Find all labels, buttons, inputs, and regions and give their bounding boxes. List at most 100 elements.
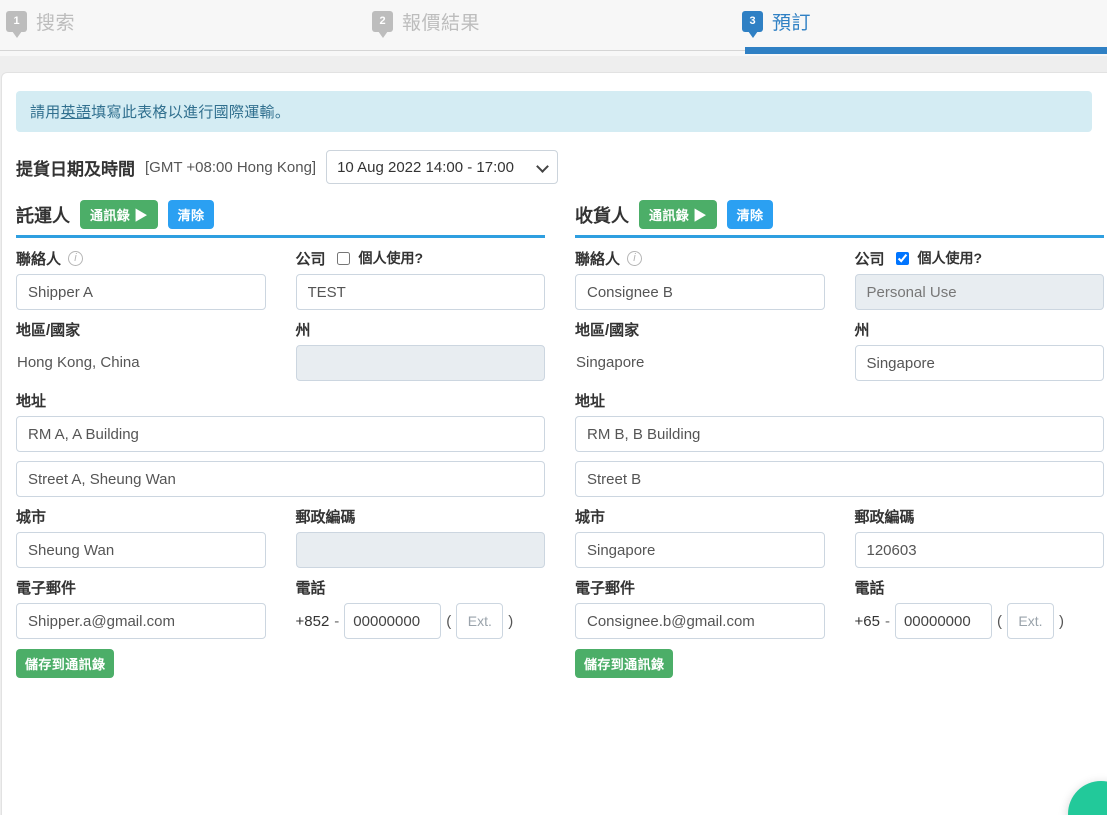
shipper-city-label-wrap: 城市: [16, 506, 266, 526]
shipper-address-label: 地址: [16, 392, 47, 410]
shipper-postal-label-wrap: 郵政編碼: [296, 506, 546, 526]
shipper-phone-ext-input[interactable]: [456, 603, 504, 639]
shipper-company-field: 公司 個人使用?: [295, 248, 545, 310]
stepper-progress-bar: [745, 47, 1107, 54]
consignee-region-label: 地區/國家: [575, 321, 640, 339]
consignee-postal-label-wrap: 郵政編碼: [855, 506, 1105, 526]
step-label-2: 報價結果: [402, 13, 481, 34]
consignee-email-label: 電子郵件: [575, 579, 636, 597]
shipper-divider: [16, 235, 545, 238]
shipper-address1-field: 地址: [16, 390, 545, 452]
consignee-ext-open-paren: (: [996, 612, 1002, 630]
step-search[interactable]: 1 搜索: [6, 8, 76, 38]
shipper-city-postal-row: 城市 郵政編碼: [16, 506, 545, 568]
consignee-address-label-wrap: 地址: [575, 390, 1104, 410]
phone-dash-separator: -: [334, 612, 340, 630]
consignee-phone-ext-input[interactable]: [1006, 603, 1054, 639]
shipper-phone-group: +852 - ( ): [296, 603, 546, 639]
consignee-address2-input[interactable]: [575, 461, 1104, 497]
consignee-city-label-wrap: 城市: [575, 506, 825, 526]
shipper-region-field: 地區/國家 Hong Kong, China: [16, 319, 266, 381]
consignee-phone-label: 電話: [854, 579, 885, 597]
consignee-email-input[interactable]: [575, 603, 825, 639]
shipper-personal-use-checkbox[interactable]: [336, 251, 350, 265]
shipper-city-input[interactable]: [16, 532, 266, 568]
phone-dash-separator: -: [884, 612, 890, 630]
step-label-1: 搜索: [36, 13, 76, 34]
consignee-address2-row: [575, 461, 1104, 497]
shipper-state-input: [295, 345, 545, 381]
chat-widget-button[interactable]: [1068, 781, 1107, 815]
shipper-save-address-book-button[interactable]: 儲存到通訊錄: [16, 649, 115, 678]
consignee-divider: [575, 235, 1104, 238]
shipper-ext-close-paren: ): [508, 612, 514, 630]
consignee-phone-number-input[interactable]: [894, 603, 992, 639]
shipper-phone-field: 電話 +852 - ( ): [296, 577, 546, 639]
consignee-phone-field: 電話 +65 - ( ): [855, 577, 1105, 639]
consignee-postal-input[interactable]: [854, 532, 1104, 568]
step-label-3: 預訂: [772, 13, 812, 34]
consignee-address-book-button[interactable]: 通訊錄 ▶: [639, 200, 717, 229]
consignee-email-phone-row: 電子郵件 電話 +65 - (: [575, 577, 1104, 639]
consignee-company-field: 公司 個人使用?: [854, 248, 1105, 310]
shipper-city-field: 城市: [16, 506, 266, 568]
shipper-postal-label: 郵政編碼: [295, 508, 356, 526]
consignee-city-label: 城市: [575, 508, 606, 526]
consignee-city-input[interactable]: [575, 532, 825, 568]
consignee-company-label-wrap: 公司 個人使用?: [855, 248, 1105, 268]
consignee-region-value: Singapore: [576, 354, 645, 371]
consignee-address-row: 地址: [575, 390, 1104, 452]
notice-text-before: 請用: [30, 104, 61, 121]
shipper-address2-input[interactable]: [16, 461, 545, 497]
consignee-contact-label: 聯絡人: [575, 250, 621, 268]
step-booking[interactable]: 3 預訂: [742, 8, 812, 38]
consignee-personal-use-checkbox[interactable]: [895, 251, 909, 265]
shipper-email-label: 電子郵件: [16, 579, 77, 597]
pickup-select-wrapper: 10 Aug 2022 14:00 - 17:00: [326, 150, 559, 184]
shipper-contact-label: 聯絡人: [16, 250, 62, 268]
consignee-address2-field: [575, 461, 1104, 497]
shipper-region-state-row: 地區/國家 Hong Kong, China 州: [16, 319, 545, 381]
notice-language-link[interactable]: 英語: [61, 104, 92, 121]
shipper-company-label: 公司: [295, 250, 326, 268]
shipper-phone-number-input[interactable]: [344, 603, 442, 639]
info-icon[interactable]: i: [68, 250, 84, 266]
step-quote-results[interactable]: 2 報價結果: [372, 8, 481, 38]
shipper-address1-input[interactable]: [16, 416, 545, 452]
consignee-email-label-wrap: 電子郵件: [575, 577, 825, 597]
shipper-phone-label: 電話: [295, 579, 326, 597]
shipper-email-phone-row: 電子郵件 電話 +852 - (: [16, 577, 545, 639]
consignee-ext-close-paren: ): [1058, 612, 1064, 630]
consignee-contact-input[interactable]: [575, 274, 825, 310]
shipper-state-label-wrap: 州: [296, 319, 546, 339]
consignee-contact-company-row: 聯絡人 i 公司 個人使用?: [575, 248, 1104, 310]
shipper-contact-input[interactable]: [16, 274, 266, 310]
step-badge-2: 2: [372, 11, 393, 38]
consignee-save-address-book-button[interactable]: 儲存到通訊錄: [575, 649, 674, 678]
consignee-address-label: 地址: [575, 392, 606, 410]
consignee-region-state-row: 地區/國家 Singapore 州: [575, 319, 1104, 381]
consignee-address1-input[interactable]: [575, 416, 1104, 452]
pickup-datetime-select[interactable]: 10 Aug 2022 14:00 - 17:00: [326, 150, 559, 184]
shipper-section: 託運人 通訊錄 ▶ 清除 聯絡人 i 公司: [16, 200, 545, 678]
booking-form-card: 請用英語填寫此表格以進行國際運輸。 提貨日期及時間 [GMT +08:00 Ho…: [1, 72, 1107, 815]
shipper-personal-use-label: 個人使用?: [358, 250, 424, 266]
consignee-city-field: 城市: [575, 506, 825, 568]
shipper-clear-button[interactable]: 清除: [167, 200, 215, 229]
info-icon[interactable]: i: [627, 250, 643, 266]
shipper-contact-label-wrap: 聯絡人 i: [16, 248, 266, 268]
consignee-postal-label: 郵政編碼: [854, 508, 915, 526]
consignee-clear-button[interactable]: 清除: [726, 200, 774, 229]
shipper-address-book-button[interactable]: 通訊錄 ▶: [80, 200, 158, 229]
shipper-state-label: 州: [295, 321, 311, 339]
shipper-footer: 儲存到通訊錄: [16, 649, 545, 678]
shipper-email-input[interactable]: [16, 603, 266, 639]
step-badge-3: 3: [742, 11, 763, 38]
shipper-company-input[interactable]: [295, 274, 545, 310]
consignee-state-input[interactable]: [854, 345, 1104, 381]
language-notice: 請用英語填寫此表格以進行國際運輸。: [16, 91, 1092, 132]
consignee-state-label-wrap: 州: [855, 319, 1105, 339]
consignee-company-input: [854, 274, 1104, 310]
consignee-postal-field: 郵政編碼: [854, 506, 1105, 568]
consignee-email-field: 電子郵件: [575, 577, 825, 639]
